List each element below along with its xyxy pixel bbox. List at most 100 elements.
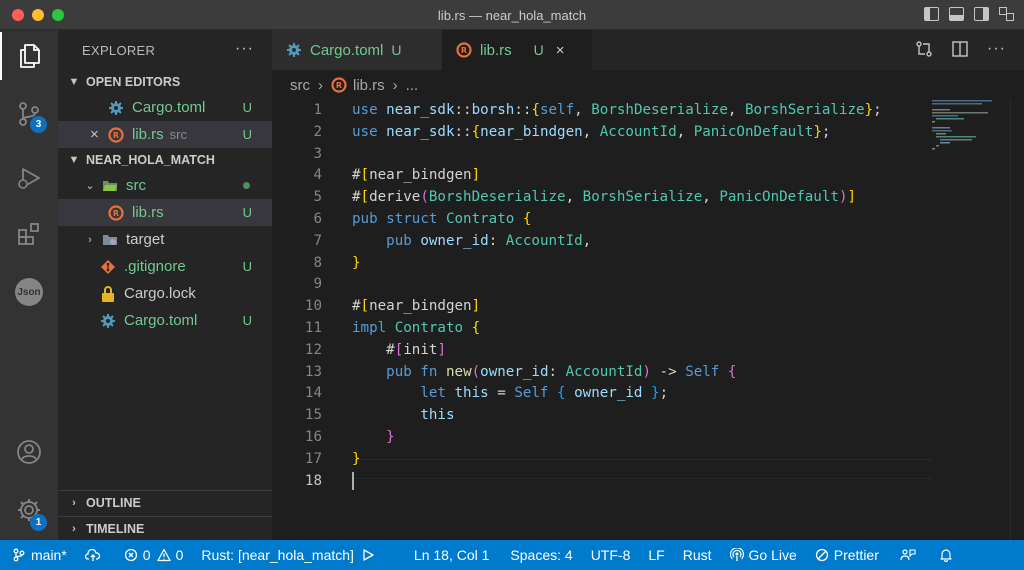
notifications-status-item[interactable] (930, 540, 967, 570)
source-control-activity[interactable]: 3 (0, 90, 58, 138)
line-number: 10 (304, 298, 322, 315)
activity-bar: 3 Json 1 (0, 30, 58, 540)
run-debug-activity[interactable] (0, 154, 58, 202)
feedback-status-item[interactable] (888, 540, 930, 570)
language-mode-status-item[interactable]: Rust (674, 540, 721, 570)
outline-header[interactable]: › OUTLINE (58, 490, 272, 514)
go-live-status-item[interactable]: Go Live (721, 540, 806, 570)
line-number: 11 (304, 319, 322, 336)
chevron-right-icon: › (72, 522, 76, 535)
tree-item-src[interactable]: ⌄ src (58, 172, 272, 199)
timeline-title: TIMELINE (86, 521, 145, 536)
code-line: #[near_bindgen] (352, 298, 481, 315)
code-lines: use near_sdk::borsh::{self, BorshDeseria… (352, 100, 1000, 492)
toggle-primary-sidebar-icon[interactable] (924, 7, 939, 21)
problems-status-item[interactable]: 0 0 (115, 540, 193, 570)
minimap[interactable] (930, 100, 1010, 540)
tab-cargo-toml[interactable]: Cargo.toml U (272, 30, 442, 70)
close-icon[interactable]: × (556, 42, 565, 59)
minimap-preview (932, 100, 992, 150)
project-folder-title: NEAR_HOLA_MATCH (86, 153, 215, 167)
open-editor-item-lib-rs[interactable]: × R lib.rs src U (58, 121, 272, 148)
folder-icon (102, 232, 118, 248)
explorer-sidebar: EXPLORER ··· ▼ OPEN EDITORS Cargo.toml U… (58, 30, 272, 540)
tab-lib-rs[interactable]: R lib.rs U × (442, 30, 592, 70)
customize-layout-icon[interactable] (999, 7, 1014, 21)
svg-text:R: R (336, 81, 342, 90)
more-actions-icon[interactable]: ··· (987, 40, 1006, 58)
json-activity[interactable]: Json (0, 268, 58, 316)
modified-dot-icon (243, 182, 250, 189)
tree-item-gitignore[interactable]: .gitignore U (58, 253, 272, 280)
play-icon (363, 549, 374, 561)
split-editor-icon[interactable] (951, 40, 969, 58)
accounts-activity[interactable] (0, 428, 58, 476)
sync-status-item[interactable] (76, 540, 115, 570)
explorer-more-actions-icon[interactable]: ··· (235, 40, 254, 58)
tree-item-cargo-lock[interactable]: Cargo.lock (58, 280, 272, 307)
file-name: lib.rs (132, 126, 164, 143)
tab-label: Cargo.toml (310, 41, 384, 59)
run-debug-icon (18, 168, 40, 189)
rust-project-status-item[interactable]: Rust: [near_hola_match] (192, 540, 388, 570)
cursor-position-status-item[interactable]: Ln 18, Col 1 (388, 540, 499, 570)
tree-item-cargo-toml[interactable]: Cargo.toml U (58, 307, 272, 334)
code-line: pub fn new(owner_id: AccountId) -> Self … (386, 363, 737, 380)
files-icon (20, 44, 40, 68)
breadcrumb-folder[interactable]: src (290, 77, 310, 94)
breadcrumb-file[interactable]: lib.rs (353, 77, 385, 94)
line-number: 17 (304, 450, 322, 467)
line-number: 3 (313, 145, 322, 162)
code-line: pub struct Contrato { (352, 210, 532, 227)
rust-file-icon: R (456, 42, 472, 58)
explorer-activity[interactable] (0, 32, 58, 80)
code-line: impl Contrato { (352, 319, 481, 336)
indentation-status-item[interactable]: Spaces: 4 (498, 540, 581, 570)
project-folder-header[interactable]: ▼ NEAR_HOLA_MATCH (58, 148, 272, 172)
editor-scrollbar[interactable] (1010, 100, 1024, 540)
tab-label: lib.rs (480, 41, 512, 59)
file-name: Cargo.toml (132, 99, 206, 116)
extensions-icon (18, 223, 39, 245)
open-editors-header[interactable]: ▼ OPEN EDITORS (58, 70, 272, 94)
chevron-right-icon: › (392, 76, 398, 94)
code-line: let this = Self { owner_id }; (420, 385, 669, 402)
close-icon[interactable]: × (90, 126, 108, 143)
toggle-secondary-sidebar-icon[interactable] (974, 7, 989, 21)
error-count: 0 (142, 547, 151, 563)
line-number: 9 (313, 276, 322, 293)
breadcrumb-symbols[interactable]: ... (406, 77, 419, 94)
code-line: } (352, 450, 361, 467)
prohibited-icon (815, 548, 828, 562)
go-live-label: Go Live (748, 547, 797, 563)
line-number: 13 (304, 363, 322, 380)
svg-text:R: R (461, 46, 467, 55)
file-name: Cargo.toml (124, 312, 198, 329)
git-status: U (242, 313, 252, 328)
prettier-status-item[interactable]: Prettier (806, 540, 888, 570)
branch-status-item[interactable]: main* (0, 540, 76, 570)
gear-icon (108, 100, 124, 116)
eol-status-item[interactable]: LF (639, 540, 673, 570)
extensions-activity[interactable] (0, 210, 58, 258)
code-editor[interactable]: 1 2 3 4 5 6 7 8 9 10 11 12 13 14 15 16 1… (272, 100, 1000, 540)
code-line: } (352, 254, 361, 271)
toggle-panel-icon[interactable] (949, 7, 964, 21)
encoding-status-item[interactable]: UTF-8 (582, 540, 640, 570)
line-number: 15 (304, 407, 322, 424)
line-number: 14 (304, 385, 322, 402)
open-editor-item-cargo-toml[interactable]: Cargo.toml U (58, 94, 272, 121)
outline-title: OUTLINE (86, 495, 141, 510)
code-line: pub owner_id: AccountId, (386, 232, 592, 249)
tree-item-target[interactable]: › target (58, 226, 272, 253)
timeline-header[interactable]: › TIMELINE (58, 516, 272, 540)
line-number: 4 (313, 167, 322, 184)
open-changes-icon[interactable] (915, 40, 933, 58)
broadcast-icon (729, 548, 744, 561)
manage-activity[interactable]: 1 (0, 486, 58, 534)
rust-file-icon: R (108, 204, 124, 221)
line-number-current: 18 (304, 472, 322, 489)
tree-item-lib-rs[interactable]: R lib.rs U (58, 199, 272, 226)
svg-text:R: R (113, 131, 119, 140)
